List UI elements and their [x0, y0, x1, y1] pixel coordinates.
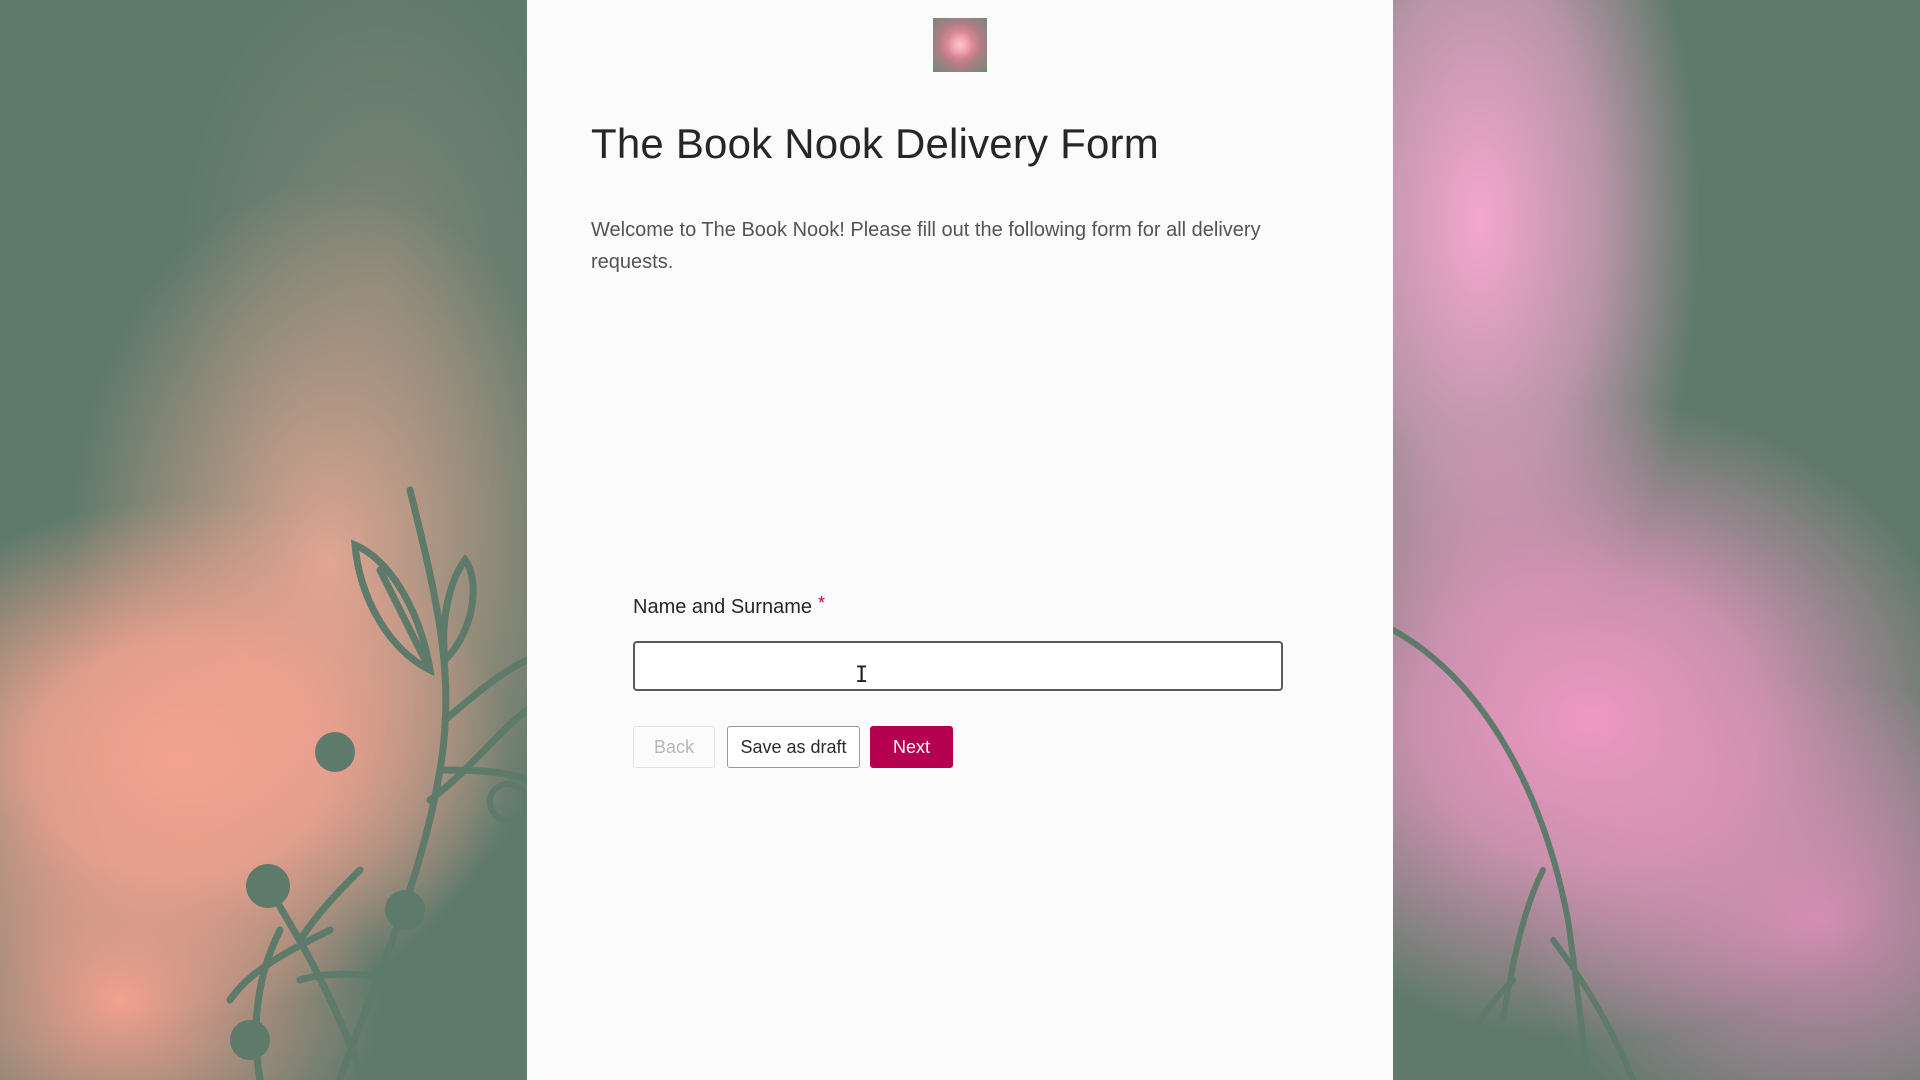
form-description: Welcome to The Book Nook! Please fill ou…	[591, 219, 1261, 273]
name-and-surname-input[interactable]	[633, 641, 1283, 691]
form-title: The Book Nook Delivery Form	[591, 120, 1159, 167]
save-as-draft-button[interactable]: Save as draft	[727, 726, 860, 768]
flower-logo-icon	[933, 18, 987, 72]
form-panel: The Book Nook Delivery Form Welcome to T…	[527, 0, 1393, 1080]
next-button[interactable]: Next	[870, 726, 953, 768]
name-field-label-text: Name and Surname	[633, 596, 812, 618]
required-indicator: *	[817, 593, 825, 613]
left-botanical-illustration	[226, 486, 527, 1080]
back-button[interactable]: Back	[633, 726, 715, 768]
right-botanical-illustration	[1393, 627, 1636, 1080]
name-field-label: Name and Surname *	[633, 593, 825, 619]
